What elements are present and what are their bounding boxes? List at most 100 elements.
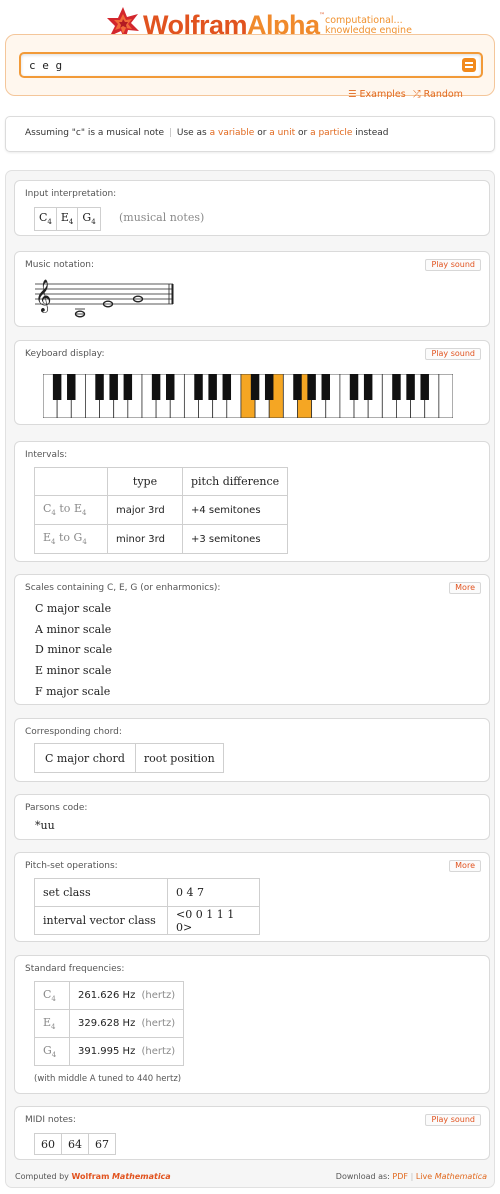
- live-word: Live: [415, 1172, 433, 1181]
- piano-keyboard: [43, 374, 453, 418]
- frequency-value: 391.995: [78, 1046, 120, 1057]
- black-key: [52, 374, 62, 400]
- black-key: [363, 374, 373, 400]
- pod-standard-frequencies: Standard frequencies: C4 261.626 Hz (her…: [14, 955, 490, 1094]
- examples-link[interactable]: ☰ Examples: [348, 89, 406, 100]
- download-footer: Download as: PDF | Live Mathematica: [336, 1172, 487, 1181]
- live-mathematica-word: Mathematica: [434, 1172, 487, 1181]
- search-box[interactable]: [19, 52, 483, 78]
- table-row: G4 391.995 Hz (hertz): [34, 1037, 185, 1066]
- interval-type-cell: major 3rd: [107, 495, 183, 525]
- note-octave: 4: [51, 1051, 57, 1060]
- note-cell: G4: [77, 207, 101, 231]
- note-octave: 4: [68, 218, 74, 227]
- header-blank-cell: [34, 467, 108, 496]
- equals-icon: [465, 62, 473, 64]
- more-button[interactable]: More: [449, 582, 481, 594]
- frequency-value: 261.626: [78, 990, 120, 1001]
- assume-particle-link[interactable]: a particle: [310, 128, 352, 138]
- pod-corresponding-chord: Corresponding chord: C major chord root …: [14, 718, 490, 782]
- midi-value-cell: 60: [34, 1133, 62, 1155]
- assumption-separator: |: [168, 128, 172, 138]
- black-key: [250, 374, 260, 400]
- note-cell: C4: [34, 207, 57, 231]
- search-input[interactable]: [29, 57, 449, 73]
- pod-intervals: Intervals: type pitch difference C4 to E…: [14, 441, 490, 562]
- list-item: C major scale: [35, 602, 112, 615]
- from-octave: 4: [51, 538, 56, 547]
- frequency-footnote: (with middle A tuned to 440 hertz): [34, 1074, 182, 1084]
- midi-value-cell: 64: [61, 1133, 89, 1155]
- play-sound-button[interactable]: Play sound: [425, 348, 481, 360]
- interval-diff-cell: +3 semitones: [181, 524, 289, 554]
- chord-name-cell: C major chord: [34, 743, 136, 773]
- row-value: 0 4 7: [167, 878, 260, 907]
- note-octave: 4: [91, 218, 96, 227]
- live-mathematica-link[interactable]: Live Mathematica: [416, 1172, 487, 1181]
- note-octave: 4: [47, 218, 52, 227]
- download-as-label: Download as:: [335, 1172, 390, 1181]
- assume-variable-link[interactable]: a variable: [210, 128, 255, 138]
- interval-diff-cell: +4 semitones: [181, 495, 289, 525]
- equals-icon-bar: [465, 66, 473, 68]
- pod-title: Intervals:: [25, 450, 68, 460]
- note-octave: 4: [51, 1023, 56, 1032]
- note-cell: C4: [34, 981, 70, 1010]
- random-label: Random: [423, 89, 463, 100]
- assumption-use-as: Use as: [176, 128, 207, 138]
- black-key: [109, 374, 118, 400]
- more-button[interactable]: More: [449, 860, 481, 872]
- black-key: [420, 374, 429, 400]
- play-sound-button[interactable]: Play sound: [425, 1114, 481, 1126]
- pod-keyboard-display: Keyboard display: Play sound: [14, 340, 490, 425]
- assume-unit-link[interactable]: a unit: [269, 128, 295, 138]
- chord-position-cell: root position: [134, 743, 224, 773]
- wolfram-brand-link[interactable]: Wolfram: [71, 1172, 109, 1181]
- pitch-set-table: set class 0 4 7 interval vector class <0…: [34, 878, 260, 935]
- black-key: [349, 374, 359, 400]
- pod-title: Pitch-set operations:: [25, 861, 118, 871]
- pod-title: Keyboard display:: [25, 349, 105, 359]
- logo-tagline: computational... knowledge engine: [325, 16, 415, 36]
- pod-pitch-set-operations: Pitch-set operations: More set class 0 4…: [14, 852, 490, 942]
- assumption-or-2: or: [297, 128, 308, 138]
- pod-title: Standard frequencies:: [25, 964, 125, 974]
- black-key: [392, 374, 401, 400]
- from-note: E: [43, 531, 52, 545]
- frequency-cell: 391.995 Hz (hertz): [68, 1037, 185, 1066]
- table-row: set class 0 4 7: [34, 878, 260, 907]
- random-link[interactable]: ⤮ Random: [413, 89, 463, 100]
- table-row: C4 261.626 Hz (hertz): [34, 981, 185, 1010]
- play-sound-button[interactable]: Play sound: [425, 259, 481, 271]
- pod-title: Music notation:: [25, 260, 94, 270]
- computed-by-footer: Computed by Wolfram Mathematica: [15, 1172, 171, 1181]
- compute-equals-button[interactable]: [462, 58, 476, 72]
- note-kind-label: (musical notes): [119, 211, 205, 224]
- black-key: [194, 374, 203, 400]
- assumption-suffix: instead: [355, 128, 389, 138]
- white-key: [438, 374, 453, 418]
- mathematica-brand-link[interactable]: Mathematica: [112, 1172, 171, 1181]
- black-key: [151, 374, 161, 400]
- midi-table: 60 64 67: [34, 1133, 116, 1155]
- black-key: [166, 374, 175, 400]
- treble-clef-icon: 𝄞: [35, 279, 52, 313]
- pdf-download-link[interactable]: PDF: [392, 1172, 408, 1181]
- note-octave: 4: [51, 995, 56, 1004]
- pod-title: Corresponding chord:: [25, 727, 122, 737]
- black-key: [293, 374, 302, 400]
- black-key: [123, 374, 133, 400]
- chord-table: C major chord root position: [34, 743, 224, 773]
- frequency-value: 329.628: [78, 1018, 120, 1029]
- black-key: [307, 374, 316, 400]
- table-row: E4 329.628 Hz (hertz): [34, 1009, 185, 1038]
- frequency-unit: Hz: [122, 1018, 136, 1029]
- pod-input-interpretation: Input interpretation: C4 E4 G4 (musical …: [14, 180, 490, 236]
- interval-notes-cell: E4 to G4: [34, 524, 108, 554]
- note-cell: G4: [34, 1037, 70, 1066]
- note-cell: E4: [34, 1009, 70, 1038]
- note-cell: E4: [55, 207, 79, 231]
- assumption-prefix: Assuming "c" is a musical note: [25, 128, 165, 138]
- note-letter: E: [60, 211, 69, 225]
- music-staff: 𝄞: [35, 279, 174, 318]
